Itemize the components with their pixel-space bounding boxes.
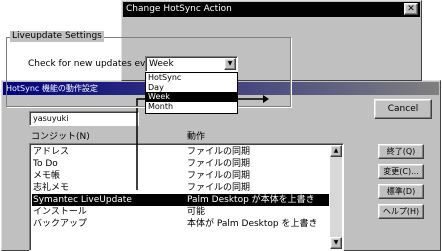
help-button[interactable]: ヘルプ(H) — [378, 204, 424, 219]
user-name-field[interactable]: yasuyuki — [29, 111, 139, 126]
conduit-action: ファイルの同期 — [187, 159, 251, 169]
conduit-action: Palm Desktop が本体を上書き — [187, 195, 315, 205]
dropdown-option-day[interactable]: Day — [146, 83, 237, 93]
conduit-action: 可能 — [187, 207, 206, 217]
conduit-name: Symantec LiveUpdate — [33, 195, 132, 205]
conduit-name: メモ帳 — [33, 171, 61, 181]
cancel-button[interactable]: Cancel — [374, 99, 432, 119]
conduit-name: 志礼メモ — [33, 183, 70, 193]
conduit-action: ファイルの同期 — [187, 183, 251, 193]
scroll-down-arrow-icon[interactable]: ▼ — [330, 237, 342, 249]
conduit-row[interactable]: メモ帳 ファイルの同期 — [32, 170, 329, 182]
close-icon[interactable]: ✕ — [404, 3, 418, 15]
conduit-row-selected[interactable]: Symantec LiveUpdate Palm Desktop が本体を上書き — [32, 194, 329, 206]
conduit-name: バックアップ — [33, 219, 88, 229]
conduit-list[interactable]: アドレス ファイルの同期 To Do ファイルの同期 メモ帳 ファイルの同期 志… — [29, 143, 344, 251]
dropdown-option-month[interactable]: Month — [146, 102, 237, 112]
column-header-action: 動作 — [187, 132, 206, 142]
default-button[interactable]: 標準(D) — [378, 184, 424, 199]
conduit-name: アドレス — [33, 147, 70, 157]
list-scrollbar[interactable]: ▲ ▼ — [330, 145, 342, 249]
update-interval-select[interactable]: Week ▼ — [145, 56, 238, 72]
conduit-action: 本体が Palm Desktop を上書き — [187, 219, 318, 229]
change-button[interactable]: 変更(C)... — [378, 164, 424, 179]
conduit-name: インストール — [33, 207, 87, 217]
dropdown-option-week[interactable]: Week — [146, 92, 237, 102]
column-header-conduit[interactable]: コンジット(N) — [31, 129, 90, 142]
done-button[interactable]: 終了(Q) — [378, 144, 424, 159]
update-interval-label: Check for new updates every: — [28, 59, 163, 69]
dialog-title: Change HotSync Action — [126, 4, 232, 14]
chevron-down-icon[interactable]: ▼ — [224, 58, 236, 70]
conduit-row[interactable]: アドレス ファイルの同期 — [32, 146, 329, 158]
conduit-row[interactable]: インストール 可能 — [32, 206, 329, 218]
select-value: Week — [149, 59, 174, 69]
dropdown-option-hotsync[interactable]: HotSync — [146, 73, 237, 83]
conduit-row[interactable]: To Do ファイルの同期 — [32, 158, 329, 170]
group-label: Liveupdate Settings — [10, 31, 104, 42]
scroll-up-arrow-icon[interactable]: ▲ — [330, 145, 342, 157]
conduit-name: To Do — [33, 159, 58, 169]
update-interval-dropdown[interactable]: HotSync Day Week Month — [145, 72, 238, 114]
conduit-action: ファイルの同期 — [187, 171, 251, 181]
conduit-action: ファイルの同期 — [187, 147, 251, 157]
conduit-row[interactable]: 志礼メモ ファイルの同期 — [32, 182, 329, 194]
conduit-row[interactable]: バックアップ 本体が Palm Desktop を上書き — [32, 218, 329, 230]
dialog-titlebar: Change HotSync Action ✕ — [123, 2, 420, 17]
